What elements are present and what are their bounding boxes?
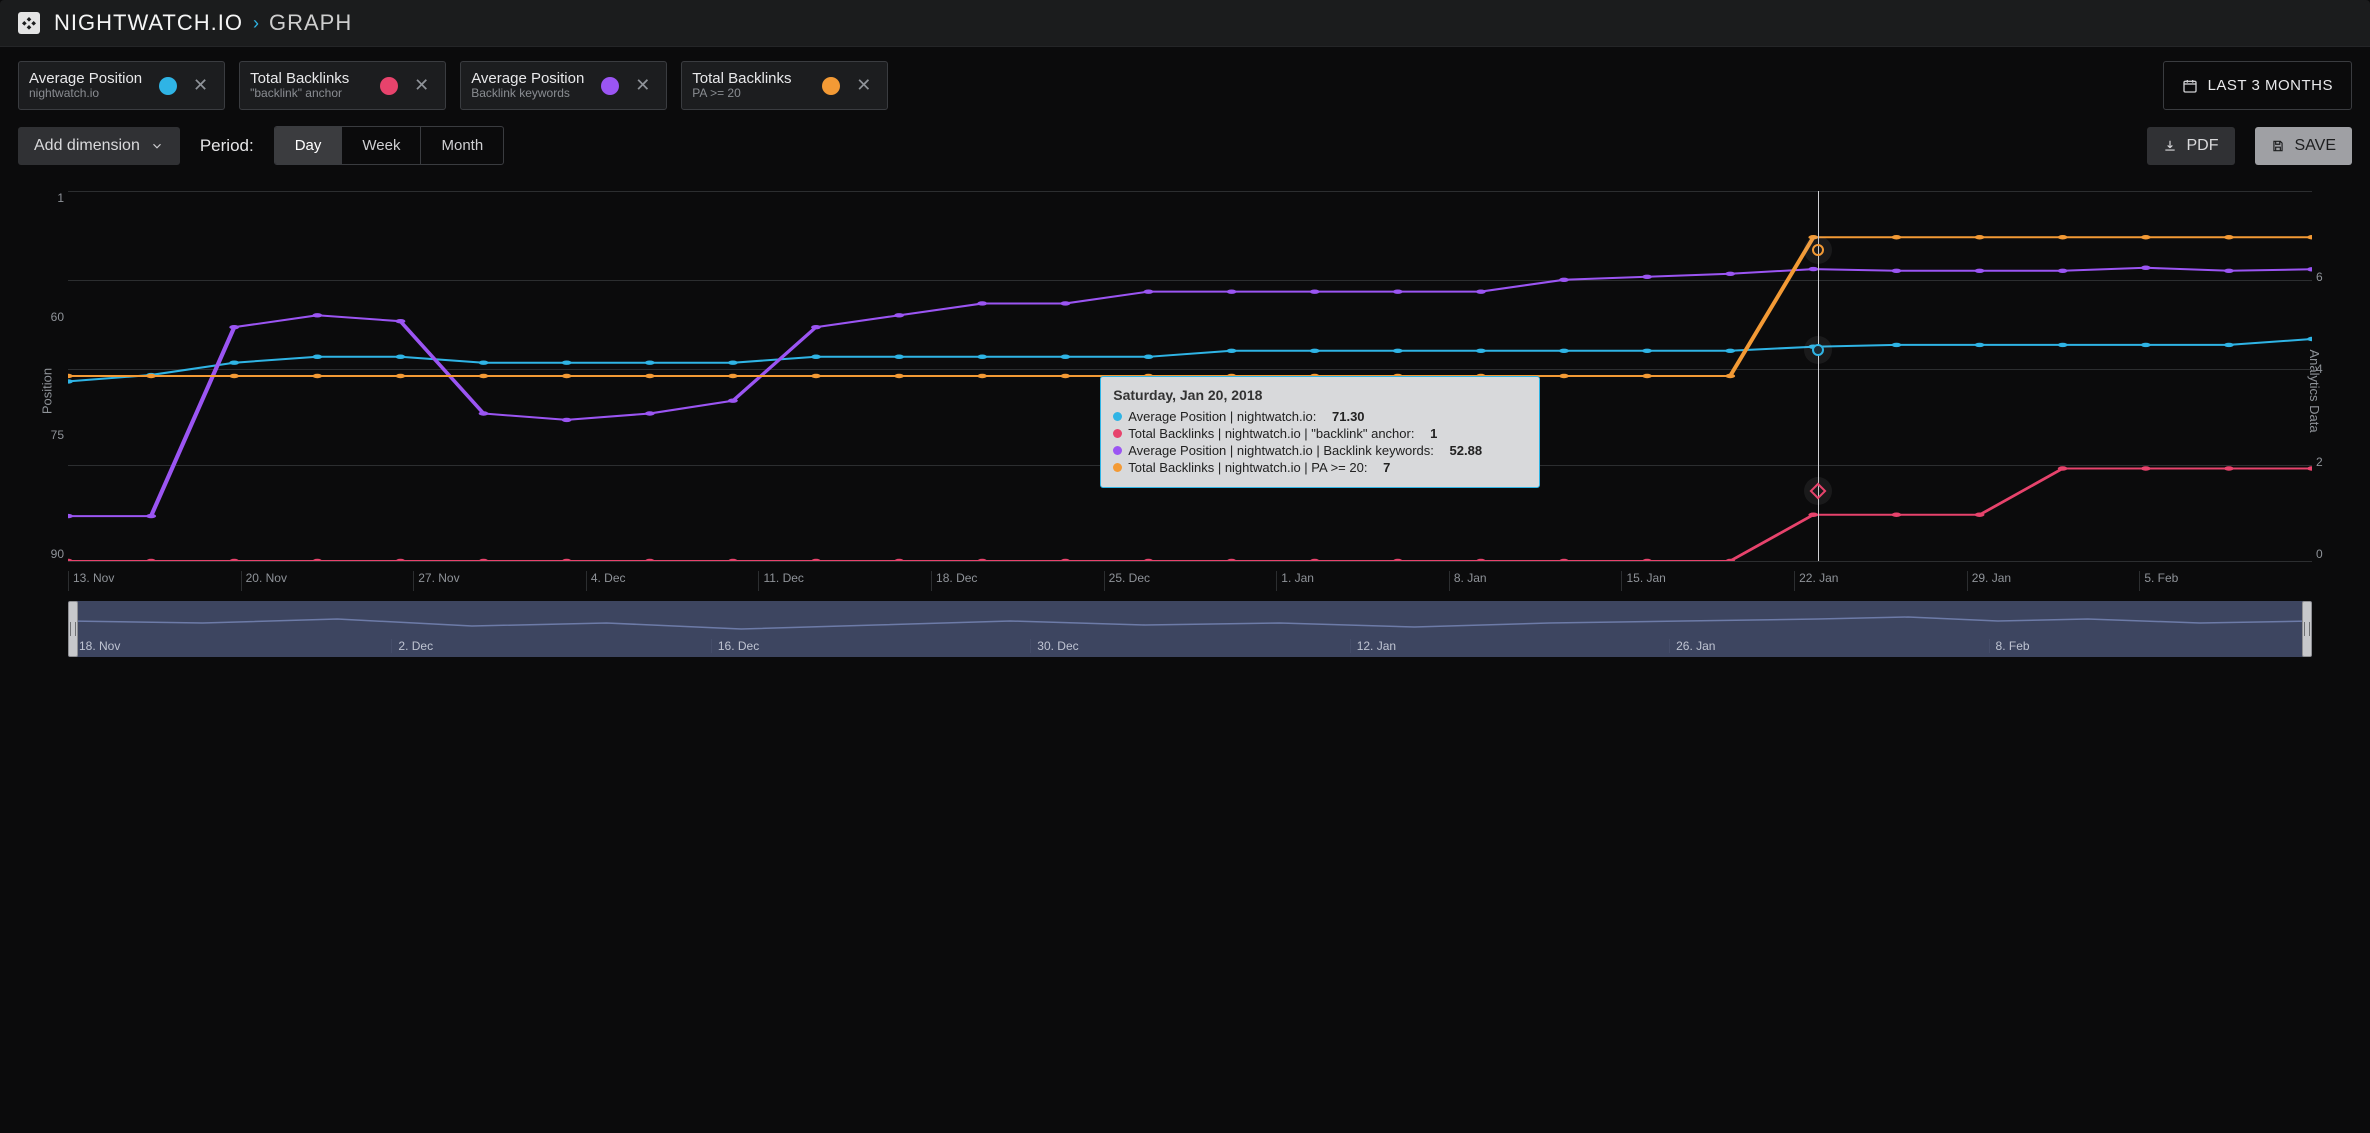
y-axis-left-ticks: 1 60 75 90 <box>34 191 64 561</box>
page-title: GRAPH <box>269 10 352 36</box>
period-label: Period: <box>200 136 254 156</box>
calendar-icon <box>2182 78 2198 94</box>
chip-subtitle: PA >= 20 <box>692 87 812 101</box>
chip-subtitle: nightwatch.io <box>29 87 149 101</box>
tooltip: Saturday, Jan 20, 2018 Average Position … <box>1100 376 1540 488</box>
chip-color-swatch <box>159 77 177 95</box>
plot-area[interactable]: Saturday, Jan 20, 2018 Average Position … <box>68 191 2312 561</box>
export-pdf-button[interactable]: PDF <box>2147 127 2235 165</box>
breadcrumb: NIGHTWATCH.IO › GRAPH <box>0 0 2370 47</box>
metric-chip-avg-pos-nightwatch[interactable]: Average Position nightwatch.io ✕ <box>18 61 225 110</box>
chip-color-swatch <box>380 77 398 95</box>
chip-title: Average Position <box>29 70 149 87</box>
chevron-right-icon: › <box>253 13 259 34</box>
save-button[interactable]: SAVE <box>2255 127 2353 165</box>
chip-title: Total Backlinks <box>250 70 370 87</box>
close-icon[interactable]: ✕ <box>408 75 435 96</box>
period-month[interactable]: Month <box>421 127 503 164</box>
y-axis-right-ticks: 6 4 2 0 <box>2316 191 2342 561</box>
chevron-down-icon <box>150 139 164 153</box>
main-chart[interactable]: Position Analytics Data 1 60 75 90 6 4 2… <box>68 191 2312 591</box>
metric-chip-backlinks-anchor[interactable]: Total Backlinks "backlink" anchor ✕ <box>239 61 446 110</box>
range-scrubber[interactable]: 18. Nov2. Dec16. Dec30. Dec12. Jan26. Ja… <box>68 601 2312 657</box>
chip-subtitle: "backlink" anchor <box>250 87 370 101</box>
scrub-handle-right[interactable] <box>2302 601 2312 657</box>
hover-marker-orange <box>1812 244 1824 256</box>
metric-chip-avg-pos-keywords[interactable]: Average Position Backlink keywords ✕ <box>460 61 667 110</box>
close-icon[interactable]: ✕ <box>850 75 877 96</box>
metrics-row: Average Position nightwatch.io ✕ Total B… <box>0 47 2370 110</box>
download-icon <box>2163 139 2177 153</box>
chip-title: Average Position <box>471 70 591 87</box>
app-logo-icon <box>18 12 40 34</box>
scrub-handle-left[interactable] <box>68 601 78 657</box>
chip-color-swatch <box>822 77 840 95</box>
save-icon <box>2271 139 2285 153</box>
add-dimension-button[interactable]: Add dimension <box>18 127 180 165</box>
period-day[interactable]: Day <box>275 127 343 164</box>
chip-title: Total Backlinks <box>692 70 812 87</box>
period-week[interactable]: Week <box>342 127 421 164</box>
period-segmented: Day Week Month <box>274 126 504 165</box>
chip-subtitle: Backlink keywords <box>471 87 591 101</box>
date-range-label: LAST 3 MONTHS <box>2208 77 2333 94</box>
date-range-button[interactable]: LAST 3 MONTHS <box>2163 61 2352 110</box>
tooltip-title: Saturday, Jan 20, 2018 <box>1113 387 1527 403</box>
x-axis-ticks: 13. Nov20. Nov27. Nov4. Dec11. Dec18. De… <box>68 571 2312 591</box>
metric-chip-backlinks-pa20[interactable]: Total Backlinks PA >= 20 ✕ <box>681 61 888 110</box>
controls-row: Add dimension Period: Day Week Month PDF… <box>0 110 2370 181</box>
close-icon[interactable]: ✕ <box>629 75 656 96</box>
chip-color-swatch <box>601 77 619 95</box>
hover-marker-blue <box>1812 344 1824 356</box>
close-icon[interactable]: ✕ <box>187 75 214 96</box>
breadcrumb-root[interactable]: NIGHTWATCH.IO <box>54 10 243 36</box>
